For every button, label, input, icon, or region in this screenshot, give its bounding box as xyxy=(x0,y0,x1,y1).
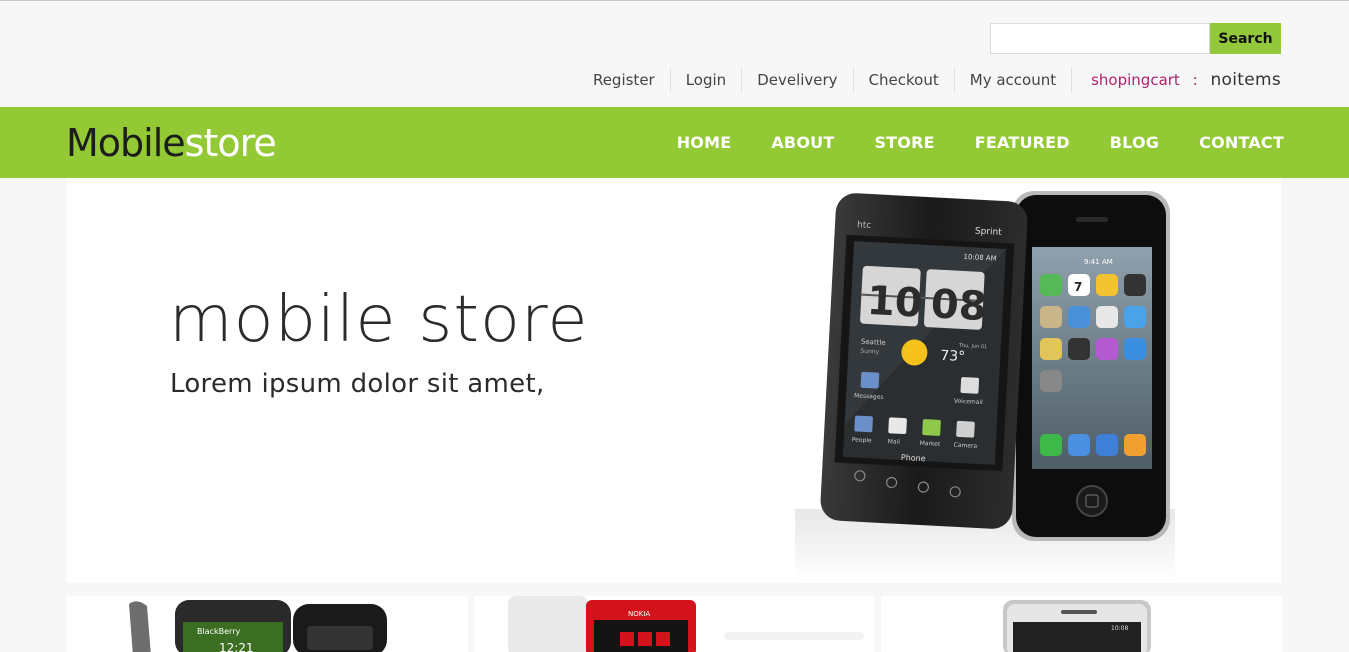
nav-store[interactable]: STORE xyxy=(874,133,934,152)
iphone-time: 9:41 AM xyxy=(1084,258,1113,266)
checkout-link[interactable]: Checkout xyxy=(854,68,955,92)
search-button[interactable]: Search xyxy=(1210,23,1281,54)
weather-city: Seattle xyxy=(861,338,886,347)
my-account-link[interactable]: My account xyxy=(955,68,1073,92)
app-people-label: People xyxy=(852,436,873,444)
iphone: 9:41 AM 7 xyxy=(1012,191,1170,541)
nav-contact[interactable]: CONTACT xyxy=(1199,133,1284,152)
app-mail-label: Mail xyxy=(888,438,901,446)
nav-featured[interactable]: FEATURED xyxy=(975,133,1070,152)
top-bar: Search Register Login Develivery Checkou… xyxy=(0,1,1349,107)
nav-home[interactable]: HOME xyxy=(677,133,732,152)
logo-text-store: store xyxy=(184,121,277,165)
blackberry-brand: BlackBerry xyxy=(197,627,240,636)
main-navbar: Mobilestore HOME ABOUT STORE FEATURED BL… xyxy=(0,107,1349,178)
htc-brand: htc xyxy=(857,220,872,231)
shopping-cart: shopingcart : noitems xyxy=(1072,68,1281,92)
cart-status: noitems xyxy=(1210,70,1281,90)
logo-text-mobile: Mobile xyxy=(66,121,186,165)
login-link[interactable]: Login xyxy=(671,68,743,92)
htc-one-time: 10:08 xyxy=(1111,625,1128,632)
account-links: Register Login Develivery Checkout My ac… xyxy=(593,67,1281,93)
product-card[interactable]: NOKIA xyxy=(474,596,875,652)
site-logo[interactable]: Mobilestore xyxy=(66,121,277,165)
hero-title: mobile store xyxy=(169,283,589,357)
app-camera-label: Camera xyxy=(953,442,977,450)
main-menu: HOME ABOUT STORE FEATURED BLOG CONTACT xyxy=(637,107,1284,178)
phone-app-label: Phone xyxy=(901,453,926,463)
cart-link[interactable]: shopingcart xyxy=(1091,71,1180,89)
hero-subtitle: Lorem ipsum dolor sit amet, xyxy=(170,369,545,399)
nav-blog[interactable]: BLOG xyxy=(1110,133,1159,152)
weather-condition: Sunny xyxy=(860,348,880,356)
clock-minute: 08 xyxy=(930,281,988,330)
delivery-link[interactable]: Develivery xyxy=(742,68,854,92)
htc-one-phone-image: 10:08 xyxy=(1003,600,1151,652)
hero-phones-image: 9:41 AM 7 htc Sprint 10:08 AM 10 08 Seat… xyxy=(795,191,1175,583)
cart-separator: : xyxy=(1192,71,1198,89)
carrier-name: Sprint xyxy=(975,226,1003,237)
product-card[interactable]: BlackBerry 12:21 xyxy=(67,596,468,652)
blackberry-time: 12:21 xyxy=(219,641,254,652)
htc-phone: htc Sprint 10:08 AM 10 08 Seattle Sunny … xyxy=(820,193,1028,529)
nokia-phones-image: NOKIA xyxy=(508,596,864,652)
search-input[interactable] xyxy=(990,23,1210,54)
product-card[interactable]: 10:08 xyxy=(881,596,1282,652)
register-link[interactable]: Register xyxy=(593,68,671,92)
weather-temp: 73° xyxy=(940,348,966,365)
nav-about[interactable]: ABOUT xyxy=(771,133,834,152)
search-form: Search xyxy=(990,23,1281,54)
hero-banner: mobile store Lorem ipsum dolor sit amet, xyxy=(67,179,1281,583)
nokia-brand: NOKIA xyxy=(628,610,650,618)
iphone-calendar-date: 7 xyxy=(1074,280,1082,294)
blackberry-phones-image: BlackBerry 12:21 xyxy=(101,596,427,652)
clock-hour: 10 xyxy=(866,278,924,327)
app-market-label: Market xyxy=(919,440,941,448)
